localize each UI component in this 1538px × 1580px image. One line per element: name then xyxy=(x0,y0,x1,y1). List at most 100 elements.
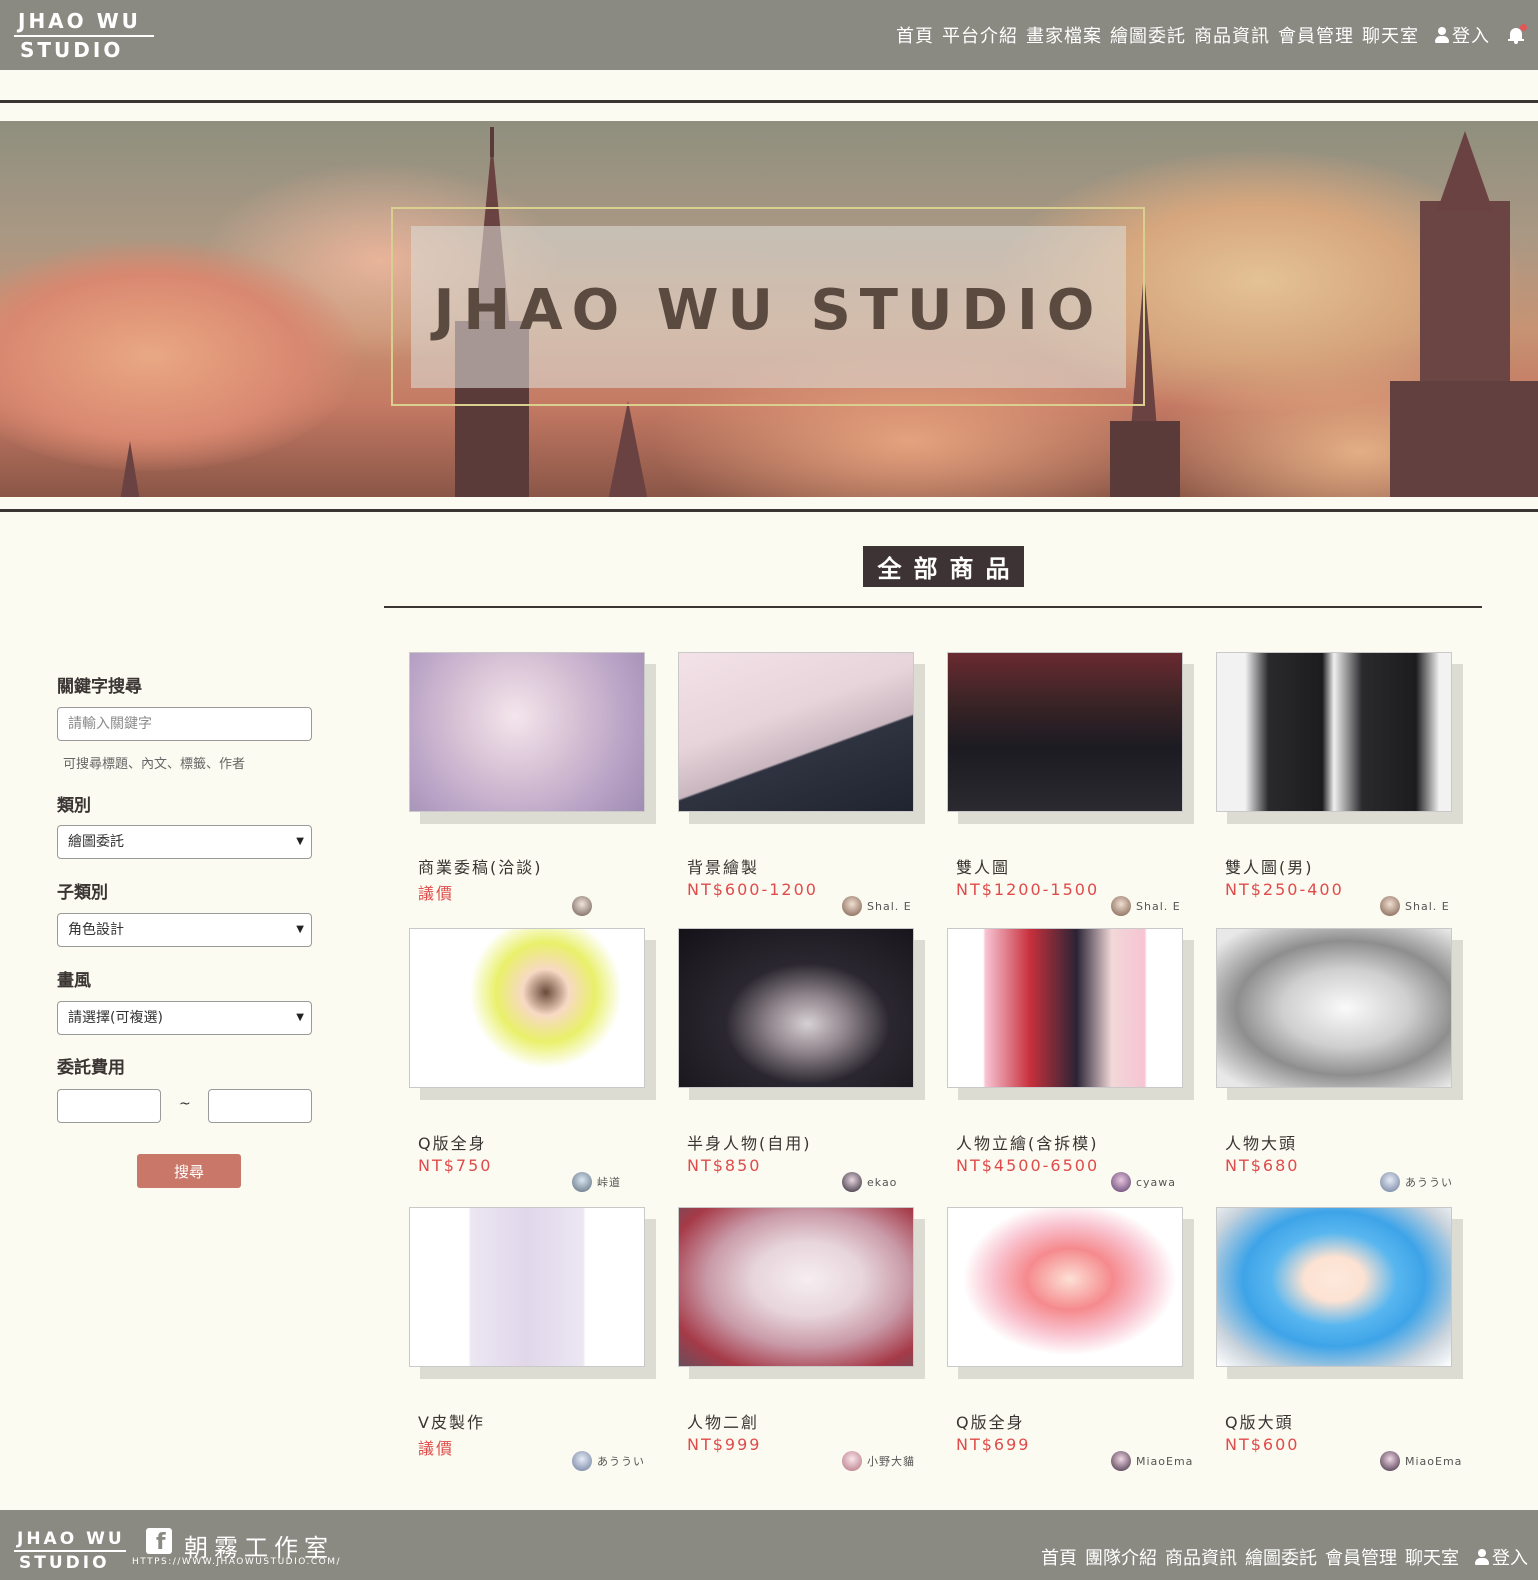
footer-nav-member-management[interactable]: 會員管理 xyxy=(1325,1544,1397,1570)
product-card[interactable]: 人物二創 NT$999 小野大貓 xyxy=(678,1207,928,1471)
logo-line2: STUDIO xyxy=(20,38,124,62)
product-thumbnail[interactable] xyxy=(1216,652,1452,812)
product-price: NT$750 xyxy=(418,1156,493,1175)
product-title[interactable]: Q版大頭 xyxy=(1225,1409,1294,1433)
footer-nav: 首頁 團隊介紹 商品資訊 繪圖委託 會員管理 聊天室 登入 xyxy=(1033,1544,1528,1570)
product-card[interactable]: 半身人物(自用) NT$850 ekao xyxy=(678,928,928,1192)
author-name: あううい xyxy=(597,1455,645,1468)
site-logo[interactable]: JHAO WU STUDIO xyxy=(14,8,154,64)
product-title[interactable]: 商業委稿(洽談) xyxy=(418,854,543,878)
product-thumbnail[interactable] xyxy=(947,928,1183,1088)
author-name: Shal. E xyxy=(1136,899,1181,913)
product-price: NT$680 xyxy=(1225,1156,1300,1175)
author-name: あううい xyxy=(1405,1176,1453,1189)
product-thumbnail[interactable] xyxy=(678,928,914,1088)
product-title[interactable]: Q版全身 xyxy=(418,1130,487,1154)
product-title[interactable]: 雙人圖(男) xyxy=(1225,854,1314,878)
product-thumbnail[interactable] xyxy=(678,1207,914,1367)
style-selected-value: 請選擇(可複選) xyxy=(68,1010,163,1026)
footer-nav-products[interactable]: 商品資訊 xyxy=(1165,1544,1237,1570)
style-select[interactable]: 請選擇(可複選) ▼ xyxy=(57,1001,312,1035)
product-author[interactable]: あううい xyxy=(1380,1172,1453,1192)
product-title[interactable]: 人物立繪(含拆模) xyxy=(956,1130,1099,1154)
product-author[interactable]: MiaoEma xyxy=(1380,1451,1462,1471)
product-card[interactable]: Q版全身 NT$750 峠道 xyxy=(409,928,659,1192)
search-button[interactable]: 搜尋 xyxy=(137,1154,241,1188)
footer-login-link[interactable]: 登入 xyxy=(1475,1544,1528,1570)
product-thumbnail[interactable] xyxy=(1216,928,1452,1088)
product-title[interactable]: 半身人物(自用) xyxy=(687,1130,812,1154)
category-select[interactable]: 繪圖委託 ▼ xyxy=(57,825,312,859)
subcategory-selected-value: 角色設計 xyxy=(68,922,124,938)
product-author[interactable]: cyawa xyxy=(1111,1172,1176,1192)
product-card[interactable]: Q版全身 NT$699 MiaoEma xyxy=(947,1207,1197,1471)
bell-icon[interactable] xyxy=(1508,24,1527,44)
nav-artist-profiles[interactable]: 畫家檔案 xyxy=(1026,22,1102,48)
product-title[interactable]: 背景繪製 xyxy=(687,854,759,878)
keyword-search-input[interactable] xyxy=(57,707,312,741)
product-author[interactable]: Shal. E xyxy=(842,896,912,916)
product-thumbnail[interactable] xyxy=(1216,1207,1452,1367)
product-title[interactable]: Q版全身 xyxy=(956,1409,1025,1433)
product-card[interactable]: 人物大頭 NT$680 あううい xyxy=(1216,928,1466,1192)
product-card[interactable]: 商業委稿(洽談) 議價 xyxy=(409,652,659,916)
top-navbar: JHAO WU STUDIO 首頁 平台介紹 畫家檔案 繪圖委託 商品資訊 會員… xyxy=(0,0,1538,70)
category-label: 類別 xyxy=(57,796,91,816)
product-card[interactable]: 人物立繪(含拆模) NT$4500-6500 cyawa xyxy=(947,928,1197,1192)
nav-commissions[interactable]: 繪圖委託 xyxy=(1110,22,1186,48)
chevron-down-icon: ▼ xyxy=(296,1012,304,1023)
subcategory-label: 子類別 xyxy=(57,883,108,903)
footer-nav-chatroom[interactable]: 聊天室 xyxy=(1405,1544,1459,1570)
nav-chatroom[interactable]: 聊天室 xyxy=(1362,22,1419,48)
keyword-hint: 可搜尋標題、內文、標籤、作者 xyxy=(63,757,246,772)
login-link[interactable]: 登入 xyxy=(1435,22,1490,48)
max-fee-input[interactable] xyxy=(208,1089,312,1123)
nav-products[interactable]: 商品資訊 xyxy=(1194,22,1270,48)
footer-login-label: 登入 xyxy=(1492,1548,1528,1569)
product-thumbnail[interactable] xyxy=(947,1207,1183,1367)
footer-logo[interactable]: JHAO WU STUDIO xyxy=(14,1528,126,1574)
product-thumbnail[interactable] xyxy=(947,652,1183,812)
product-title[interactable]: 人物大頭 xyxy=(1225,1130,1297,1154)
product-author[interactable]: 小野大貓 xyxy=(842,1451,915,1471)
product-card[interactable]: 雙人圖(男) NT$250-400 Shal. E xyxy=(1216,652,1466,916)
product-title[interactable]: 人物二創 xyxy=(687,1409,759,1433)
product-price: NT$250-400 xyxy=(1225,880,1344,899)
product-card[interactable]: 背景繪製 NT$600-1200 Shal. E xyxy=(678,652,928,916)
facebook-icon[interactable]: f xyxy=(146,1528,172,1554)
footer-nav-team-intro[interactable]: 團隊介紹 xyxy=(1085,1544,1157,1570)
product-thumbnail[interactable] xyxy=(409,1207,645,1367)
footer-nav-home[interactable]: 首頁 xyxy=(1041,1544,1077,1570)
avatar xyxy=(842,1172,862,1192)
product-author[interactable] xyxy=(572,896,597,916)
product-author[interactable]: Shal. E xyxy=(1380,896,1450,916)
product-author[interactable]: Shal. E xyxy=(1111,896,1181,916)
nav-platform-intro[interactable]: 平台介紹 xyxy=(942,22,1018,48)
category-selected-value: 繪圖委託 xyxy=(68,834,124,850)
product-card[interactable]: V皮製作 議價 あううい xyxy=(409,1207,659,1471)
product-thumbnail[interactable] xyxy=(409,652,645,812)
nav-member-management[interactable]: 會員管理 xyxy=(1278,22,1354,48)
product-thumbnail[interactable] xyxy=(409,928,645,1088)
product-price: 議價 xyxy=(418,884,455,903)
footer-nav-commissions[interactable]: 繪圖委託 xyxy=(1245,1544,1317,1570)
product-author[interactable]: ekao xyxy=(842,1172,897,1192)
avatar xyxy=(572,1172,592,1192)
avatar xyxy=(1380,1172,1400,1192)
product-author[interactable]: MiaoEma xyxy=(1111,1451,1193,1471)
product-card[interactable]: Q版大頭 NT$600 MiaoEma xyxy=(1216,1207,1466,1471)
product-thumbnail[interactable] xyxy=(678,652,914,812)
subcategory-select[interactable]: 角色設計 ▼ xyxy=(57,913,312,947)
product-title[interactable]: 雙人圖 xyxy=(956,854,1010,878)
product-author[interactable]: 峠道 xyxy=(572,1172,621,1192)
min-fee-input[interactable] xyxy=(57,1089,161,1123)
site-url[interactable]: HTTPS://WWW.JHAOWUSTUDIO.COM/ xyxy=(132,1557,341,1567)
product-title[interactable]: V皮製作 xyxy=(418,1409,485,1433)
hero-banner: JHAO WU STUDIO xyxy=(0,121,1538,497)
footer-logo-line1: JHAO WU xyxy=(14,1528,126,1552)
product-author[interactable]: あううい xyxy=(572,1451,645,1471)
product-card[interactable]: 雙人圖 NT$1200-1500 Shal. E xyxy=(947,652,1197,916)
fee-separator: ~ xyxy=(179,1096,191,1112)
nav-home[interactable]: 首頁 xyxy=(896,22,934,48)
notification-dot xyxy=(1520,24,1527,31)
